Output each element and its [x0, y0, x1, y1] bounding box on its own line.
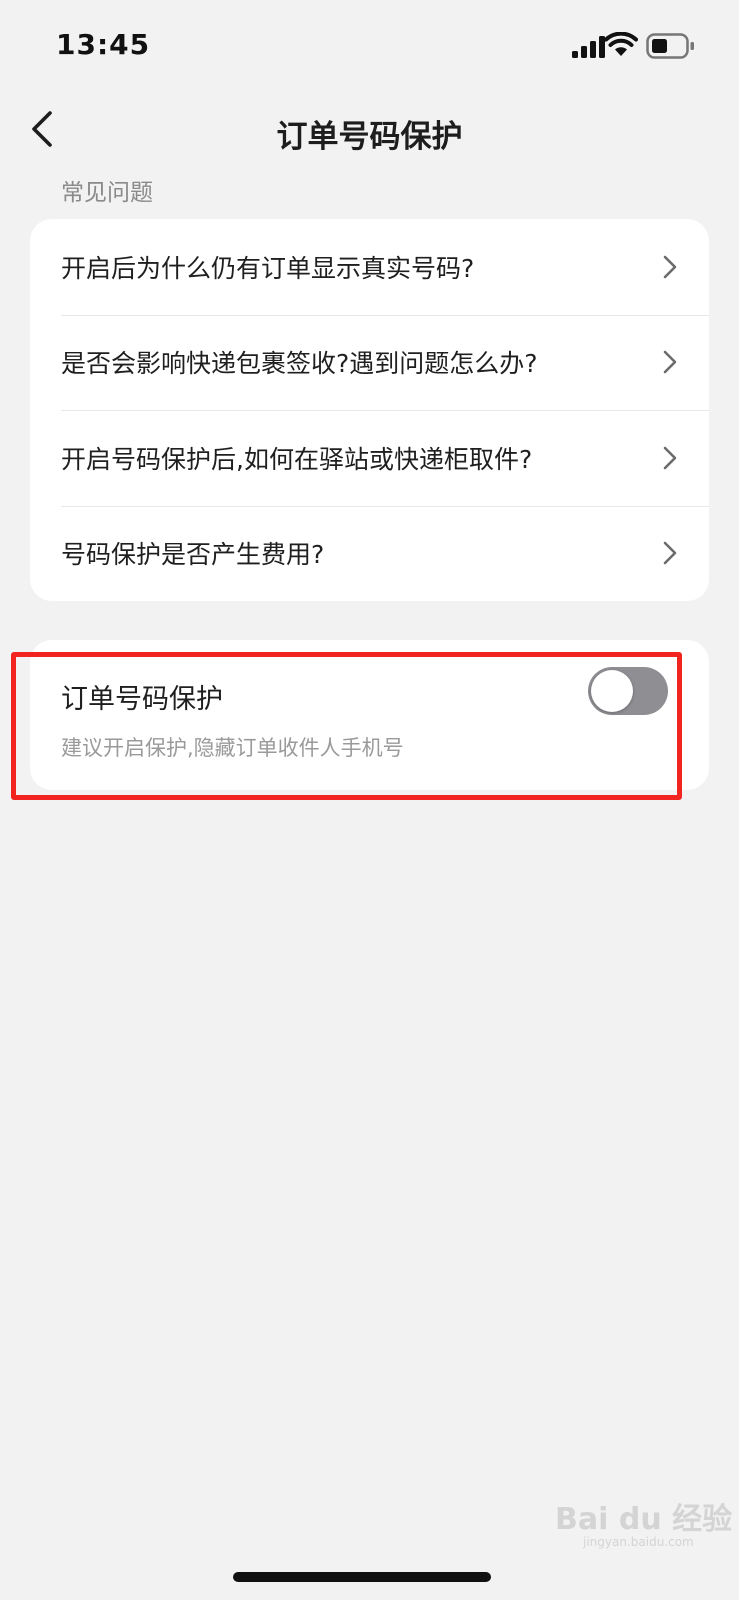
navigation-bar: 订单号码保护: [0, 95, 739, 165]
chevron-right-icon: [663, 541, 677, 565]
watermark-logo: Bai du 经验: [555, 1502, 733, 1537]
faq-item[interactable]: 开启号码保护后,如何在驿站或快递柜取件?: [30, 410, 709, 506]
faq-section-label: 常见问题: [61, 180, 153, 206]
page-title: 订单号码保护: [276, 119, 463, 155]
watermark-url: jingyan.baidu.com: [583, 1535, 694, 1549]
faq-item[interactable]: 是否会影响快递包裹签收?遇到问题怎么办?: [30, 314, 709, 411]
battery-icon: [646, 33, 694, 59]
protection-toggle-switch[interactable]: [588, 667, 668, 715]
faq-item-label: 是否会影响快递包裹签收?遇到问题怎么办?: [61, 349, 538, 379]
faq-card: 开启后为什么仍有订单显示真实号码? 是否会影响快递包裹签收?遇到问题怎么办? 开…: [30, 219, 709, 601]
protection-setting-card: 订单号码保护 建议开启保护,隐藏订单收件人手机号: [30, 640, 709, 790]
faq-item-label: 号码保护是否产生费用?: [61, 540, 325, 570]
status-bar: 13:45: [0, 0, 739, 90]
faq-item[interactable]: 开启后为什么仍有订单显示真实号码?: [30, 219, 709, 315]
chevron-right-icon: [663, 446, 677, 470]
chevron-right-icon: [663, 350, 677, 374]
cellular-signal-icon: [572, 36, 605, 58]
wifi-icon: [604, 32, 638, 56]
protection-title: 订单号码保护: [61, 684, 223, 715]
toggle-knob: [591, 670, 633, 712]
protection-description: 建议开启保护,隐藏订单收件人手机号: [61, 736, 404, 760]
faq-item-label: 开启后为什么仍有订单显示真实号码?: [61, 253, 475, 283]
faq-item-label: 开启号码保护后,如何在驿站或快递柜取件?: [61, 444, 533, 474]
chevron-right-icon: [663, 255, 677, 279]
screen: 13:45 订单号码保护 常见问题 开启后为什么仍有订单显示真实号码? 是否会影…: [0, 0, 739, 1600]
status-time: 13:45: [56, 28, 151, 61]
home-indicator[interactable]: [233, 1572, 491, 1582]
faq-item[interactable]: 号码保护是否产生费用?: [30, 505, 709, 602]
